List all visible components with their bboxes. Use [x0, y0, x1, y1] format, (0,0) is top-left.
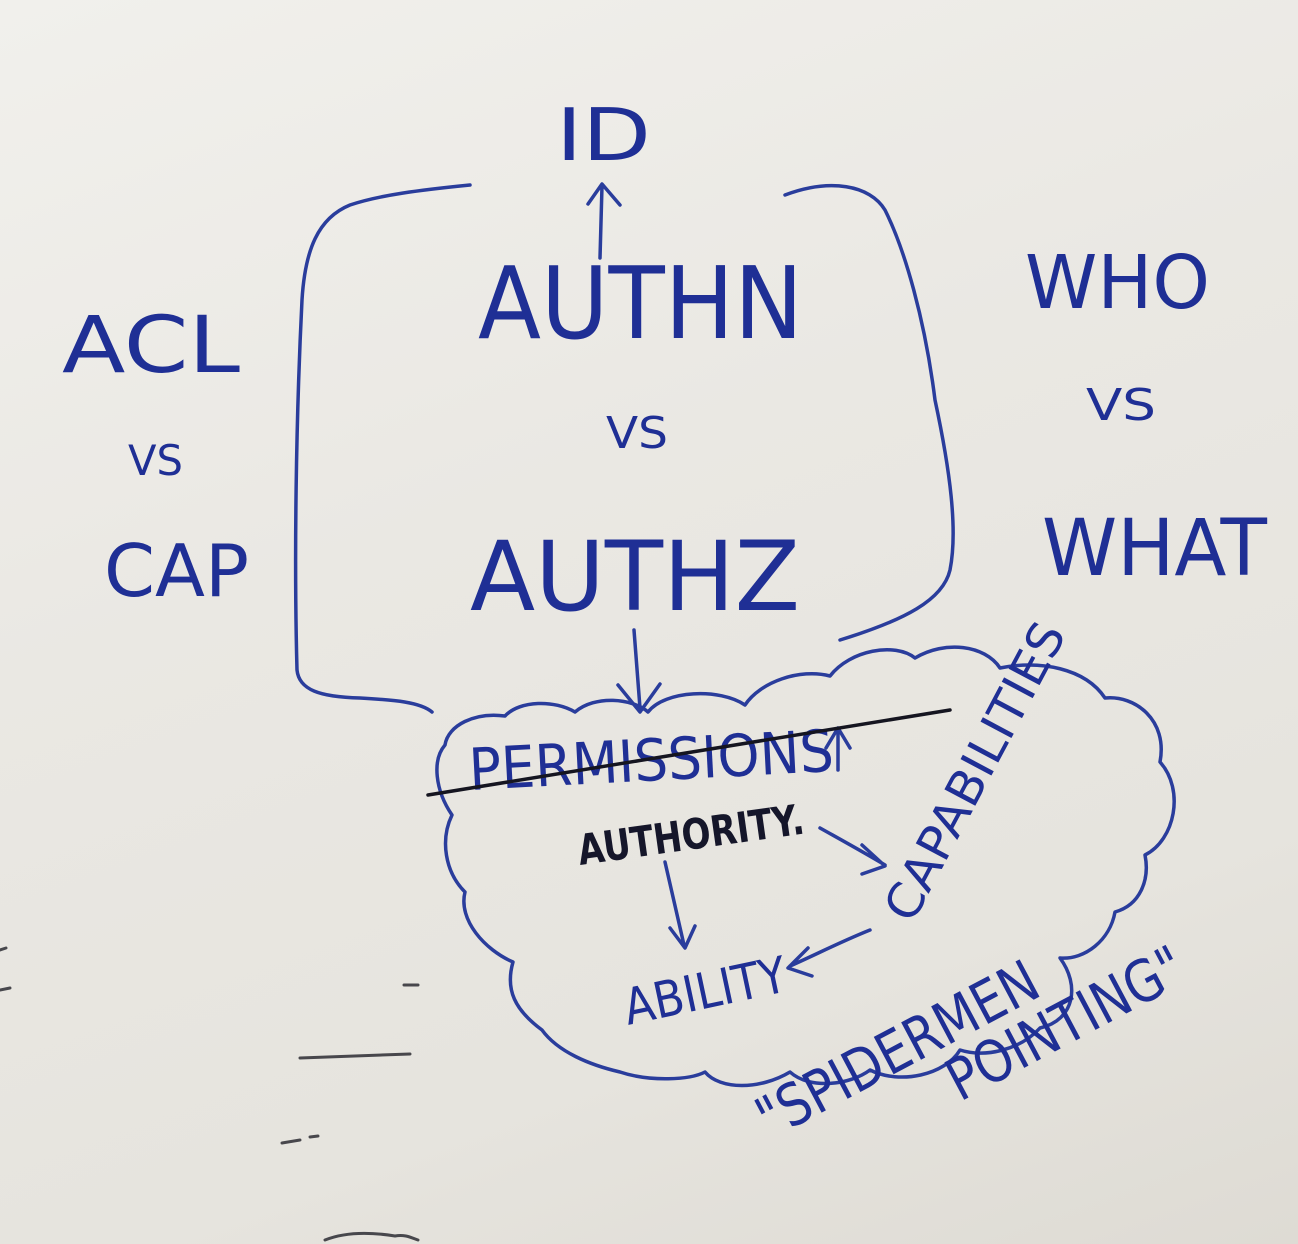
whiteboard-drawing: ID AUTHN VS AUTHZ ACL VS CAP WHO VS WHAT… [0, 93, 1267, 1242]
ability-label: ABILITY [618, 946, 792, 1037]
id-label: ID [556, 93, 651, 177]
arrow-authority-to-ability [663, 860, 697, 950]
bracket-right [783, 183, 955, 642]
permissions-label: PERMISSIONS [467, 717, 835, 804]
arrow-authority-to-capabilities [818, 826, 887, 876]
authn-vs-label: VS [606, 408, 668, 459]
board-smudge-3 [0, 946, 12, 992]
arrow-capabilities-to-ability [786, 928, 872, 978]
board-smudge-2 [280, 1134, 320, 1145]
acl-vs-label: VS [128, 436, 183, 485]
authz-label: AUTHZ [470, 521, 800, 633]
board-smudge-1 [298, 1052, 412, 1060]
acl-label: ACL [62, 301, 241, 391]
who-label: WHO [1025, 240, 1210, 326]
board-smudge-5 [323, 1231, 420, 1242]
authority-label: AUTHORITY. [575, 795, 808, 875]
whiteboard: ID AUTHN VS AUTHZ ACL VS CAP WHO VS WHAT… [0, 0, 1298, 1244]
authn-label: AUTHN [478, 245, 803, 362]
capabilities-label: CAPABILITIES [873, 613, 1077, 931]
cap-label: CAP [104, 529, 249, 613]
who-vs-label: VS [1086, 380, 1156, 431]
what-label: WHAT [1042, 504, 1267, 594]
bracket-left [293, 183, 472, 714]
